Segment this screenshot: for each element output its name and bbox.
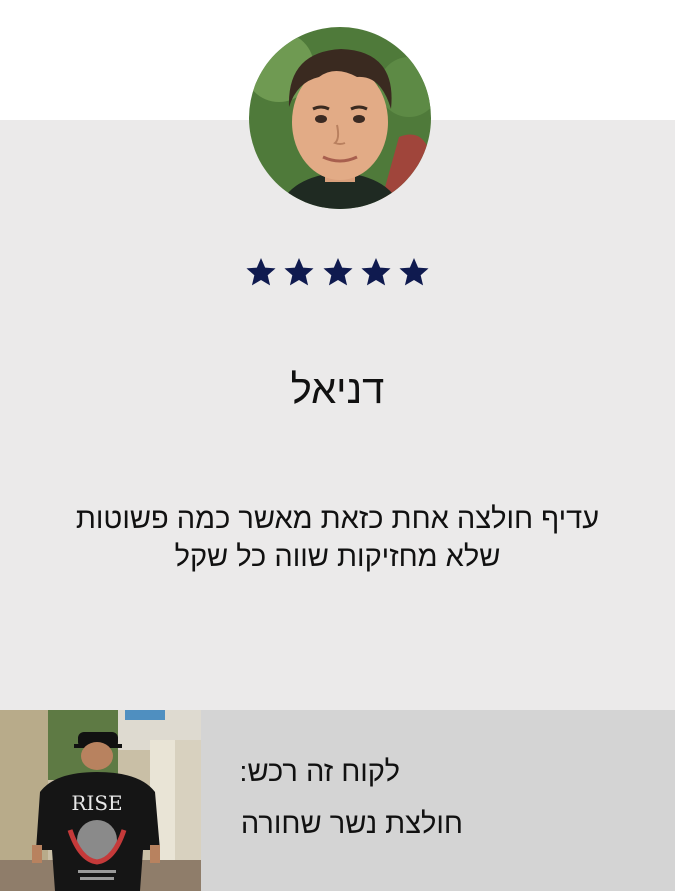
star-icon — [246, 258, 276, 286]
star-icon — [399, 258, 429, 286]
star-icon — [361, 258, 391, 286]
rating-stars — [0, 256, 675, 293]
product-photo-icon: RISE — [0, 710, 201, 891]
avatar-photo-icon — [249, 27, 431, 209]
reviewer-avatar — [249, 27, 431, 209]
review-text: עדיף חולצה אחת כזאת מאשר כמה פשוטות שלא … — [40, 500, 635, 576]
star-icon — [322, 258, 353, 286]
testimonial-page: דניאל עדיף חולצה אחת כזאת מאשר כמה פשוטו… — [0, 0, 675, 891]
purchased-label: לקוח זה רכש: — [239, 756, 400, 788]
review-text-line: עדיף חולצה אחת כזאת מאשר כמה פשוטות — [75, 503, 600, 535]
star-icon — [284, 258, 314, 286]
shirt-print-text: RISE — [71, 791, 122, 815]
product-name-link[interactable]: חולצת נשר שחורה — [241, 808, 463, 841]
purchased-product-panel: RISE לקוח זה רכש: חולצת נשר שחורה — [0, 710, 675, 891]
review-text-line: שלא מחזיקות שווה כל שקל — [174, 541, 501, 573]
reviewer-name: דניאל — [290, 368, 385, 412]
product-photo[interactable]: RISE — [0, 710, 201, 891]
